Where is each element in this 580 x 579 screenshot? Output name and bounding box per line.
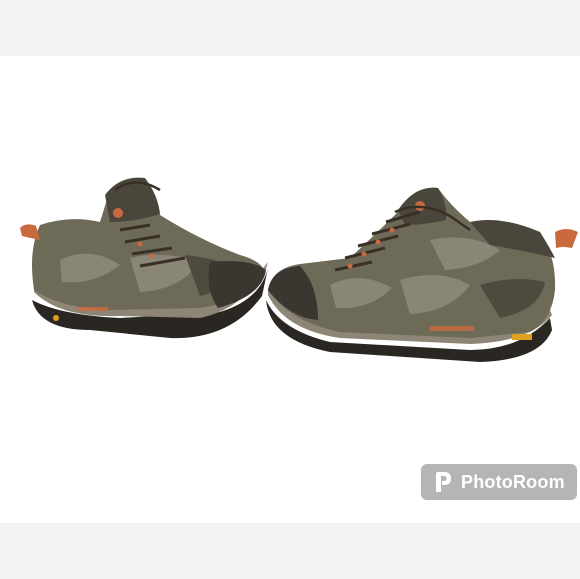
photoroom-logo-icon (436, 472, 451, 492)
photoroom-watermark: PhotoRoom (421, 464, 577, 500)
watermark-label: PhotoRoom (461, 471, 565, 492)
left-shoe (20, 177, 268, 339)
right-shoe (266, 187, 578, 362)
left-shoe-logo (113, 208, 123, 218)
